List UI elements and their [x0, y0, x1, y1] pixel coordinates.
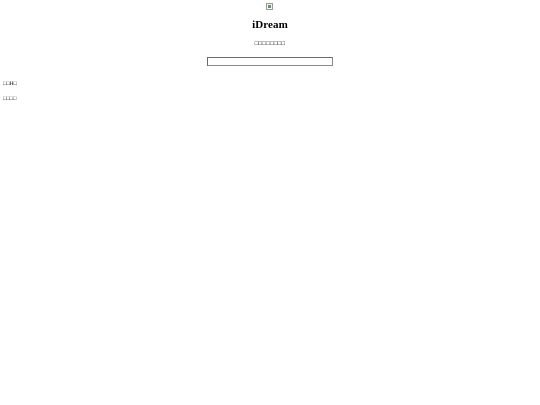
- nav-link-2[interactable]: □□□□: [3, 96, 16, 103]
- broken-image-icon: [266, 3, 273, 10]
- search-input[interactable]: [207, 57, 333, 66]
- nav-link-1[interactable]: □□H□: [3, 81, 17, 88]
- page-subtitle: □□□□□□□□: [254, 41, 286, 47]
- page-title: iDream: [252, 19, 288, 31]
- page: iDream □□□□□□□□ □□H□ □□□□: [0, 0, 540, 405]
